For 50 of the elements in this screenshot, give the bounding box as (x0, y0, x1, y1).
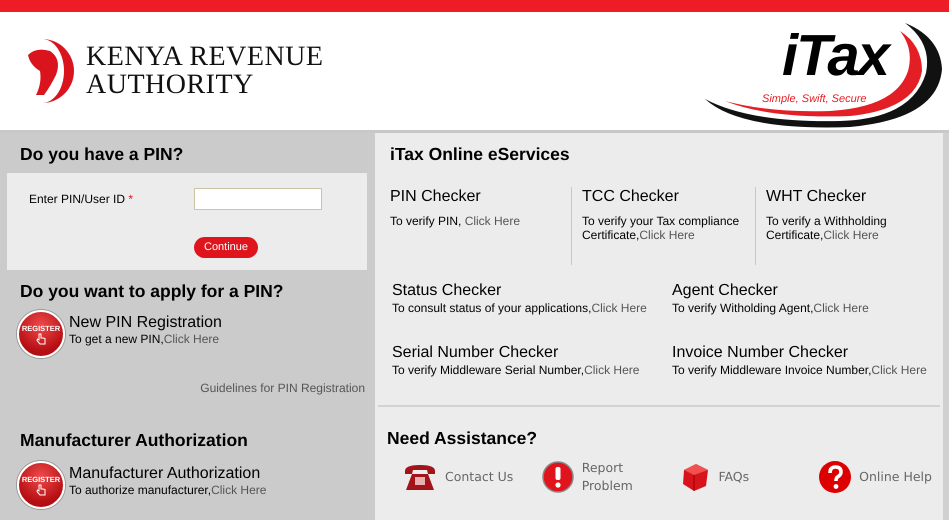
checker-title: TCC Checker (582, 187, 680, 207)
checker-title: Agent Checker (672, 281, 779, 301)
help-link[interactable]: Contact Us (445, 468, 514, 486)
section-heading: Need Assistance? (386, 427, 538, 449)
click-here-link[interactable]: Click Here (164, 332, 220, 346)
help-icon (819, 461, 852, 493)
description-text: To authorize manufacturer,Click Here (69, 483, 266, 497)
cube-icon (680, 462, 710, 492)
checker-title: Invoice Number Checker (672, 343, 850, 363)
telephone-icon (403, 463, 437, 491)
continue-button[interactable]: Continue (194, 237, 258, 258)
required-mark: * (128, 192, 134, 206)
section-heading: Manufacturer Authorization (19, 429, 249, 452)
section-heading: Do you want to apply for a PIN? (19, 280, 284, 303)
organization-name: AUTHORITY (86, 71, 255, 99)
help-link[interactable]: Online Help (859, 468, 932, 486)
checker-title: Serial Number Checker (392, 343, 560, 363)
click-here-link[interactable]: Click Here (464, 214, 520, 228)
click-here-link[interactable]: Click Here (813, 301, 869, 315)
item-title: New PIN Registration (69, 314, 222, 332)
click-here-link[interactable]: Click Here (211, 483, 266, 497)
description-text: To verify your Tax compliance Certificate,Click Here (582, 214, 740, 242)
description-text: To verify Middleware Invoice Number,Click Here (672, 363, 928, 377)
organization-name: KENYA REVENUE (86, 43, 324, 71)
checker-title: Status Checker (392, 281, 502, 301)
click-here-link[interactable]: Click Here (823, 228, 879, 242)
description-text: To verify Middleware Serial Number,Click Here (392, 363, 640, 377)
description-text: To get a new PIN,Click Here (69, 332, 220, 346)
pin-input-field[interactable] (194, 188, 322, 210)
description-text: To consult status of your applications,Click Here (392, 301, 648, 315)
click-here-link[interactable]: Click Here (871, 363, 927, 377)
description-text: To verify Witholding Agent,Click Here (672, 301, 870, 315)
help-link[interactable]: FAQs (718, 468, 750, 486)
help-link[interactable]: Report Problem (582, 459, 632, 495)
checker-title: PIN Checker (390, 187, 482, 207)
click-here-link[interactable]: Click Here (591, 301, 647, 315)
tagline: Simple, Swift, Secure (762, 92, 867, 107)
guidelines-link[interactable]: Guidelines for PIN Registration (200, 381, 365, 395)
hand-pointer-icon (36, 484, 46, 496)
description-text: To verify a Withholding Certificate,Click Here (766, 214, 888, 242)
description-text: To verify PIN, Click Here (390, 214, 522, 228)
click-here-link[interactable]: Click Here (639, 228, 695, 242)
section-heading: iTax Online eServices (389, 143, 571, 165)
click-here-link[interactable]: Click Here (584, 363, 640, 377)
checker-title: WHT Checker (766, 187, 868, 207)
hand-pointer-icon (36, 332, 46, 344)
item-title: Manufacturer Authorization (69, 465, 262, 483)
warning-icon (542, 461, 574, 493)
section-heading: Do you have a PIN? (19, 143, 184, 166)
field-label: Enter PIN/User ID * (29, 191, 134, 208)
